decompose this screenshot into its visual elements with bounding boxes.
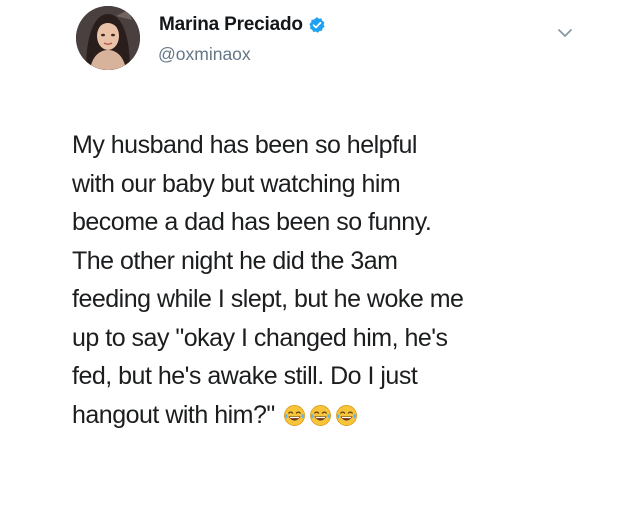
tears-of-joy-icon — [335, 400, 358, 426]
tears-of-joy-icon — [309, 400, 332, 426]
tweet-card: Marina Preciado @oxminaox My husband has… — [0, 0, 630, 523]
tweet-text-line: up to say "okay I changed him, he's — [72, 323, 448, 352]
tweet-text-line: with our baby but watching him — [72, 169, 401, 198]
tweet-text-last-line: hangout with him?" — [72, 396, 612, 435]
tweet-text-line: hangout with him?" — [72, 400, 275, 429]
emoji-group — [283, 400, 361, 426]
chevron-down-icon[interactable] — [556, 26, 574, 40]
tweet-text-line: feeding while I slept, but he woke me — [72, 285, 464, 313]
avatar[interactable] — [76, 6, 140, 70]
author-name-row[interactable]: Marina Preciado — [159, 14, 326, 36]
verified-badge-icon — [308, 16, 326, 34]
tweet-text-line: My husband has been so helpful — [72, 131, 417, 159]
tweet-text: My husband has been so helpful with our … — [72, 126, 612, 434]
tweet-text-line: become a dad has been so funny. — [72, 208, 432, 236]
author-display-name[interactable]: Marina Preciado — [159, 14, 303, 36]
author-handle[interactable]: @oxminaox — [158, 44, 251, 65]
tweet-text-line: The other night he did the 3am — [72, 246, 398, 275]
tears-of-joy-icon — [283, 400, 306, 426]
tweet-text-line: fed, but he's awake still. Do I just — [72, 362, 418, 390]
